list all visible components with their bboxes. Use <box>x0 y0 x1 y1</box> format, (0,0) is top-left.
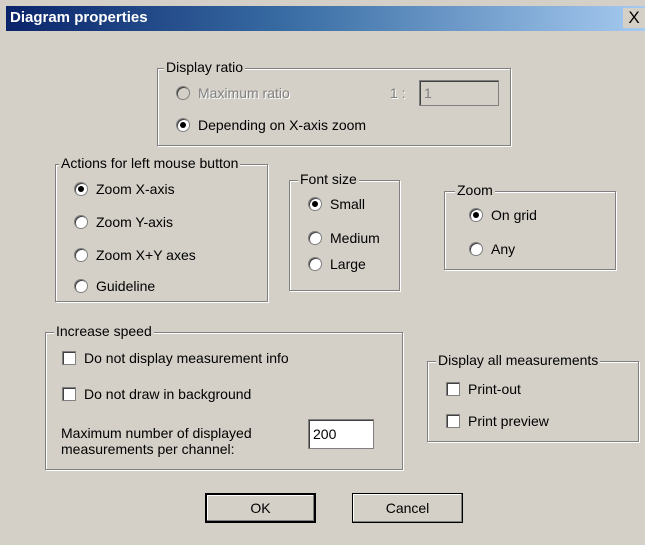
display-all-measurements-group: Display all measurements Print-out Print… <box>427 352 639 442</box>
depending-on-x-zoom-label: Depending on X-axis zoom <box>198 117 367 133</box>
radio-indicator <box>176 118 190 132</box>
zoom-any-radio[interactable]: Any <box>469 240 515 258</box>
radio-indicator <box>469 208 483 222</box>
increase-speed-legend: Increase speed <box>54 323 154 339</box>
radio-indicator <box>74 248 88 262</box>
font-size-legend: Font size <box>298 171 359 187</box>
printout-label: Print-out <box>468 381 521 397</box>
zoom-group: Zoom On grid Any <box>444 182 616 270</box>
max-measurements-label-line2: measurements per channel: <box>61 441 235 457</box>
maximum-ratio-label: Maximum ratio <box>198 85 290 101</box>
maximum-ratio-radio: Maximum ratio <box>176 84 290 102</box>
checkbox-indicator <box>62 387 76 401</box>
radio-indicator <box>74 279 88 293</box>
guideline-radio[interactable]: Guideline <box>74 277 155 295</box>
radio-indicator <box>308 257 322 271</box>
zoom-y-axis-radio[interactable]: Zoom Y-axis <box>74 213 173 231</box>
zoom-xy-axes-radio[interactable]: Zoom X+Y axes <box>74 246 196 264</box>
checkbox-indicator <box>446 414 460 428</box>
no-background-draw-checkbox[interactable]: Do not draw in background <box>62 385 251 403</box>
radio-indicator <box>469 242 483 256</box>
diagram-properties-dialog: Diagram properties X Display ratio Maxim… <box>0 0 645 545</box>
font-size-group: Font size Small Medium Large <box>289 171 400 291</box>
cancel-button[interactable]: Cancel <box>352 493 463 523</box>
max-measurements-input[interactable] <box>308 419 374 449</box>
radio-indicator <box>74 182 88 196</box>
window-title: Diagram properties <box>10 9 148 26</box>
radio-indicator <box>308 197 322 211</box>
no-background-draw-label: Do not draw in background <box>84 386 252 402</box>
font-large-label: Large <box>330 256 366 272</box>
increase-speed-group: Increase speed Do not display measuremen… <box>45 323 403 470</box>
guideline-label: Guideline <box>96 278 156 294</box>
zoom-y-axis-label: Zoom Y-axis <box>96 214 174 230</box>
max-measurements-label-line1: Maximum number of displayed <box>61 425 252 441</box>
ratio-input <box>419 80 499 106</box>
font-small-label: Small <box>330 196 366 212</box>
close-button[interactable]: X <box>623 8 645 28</box>
depending-on-x-zoom-radio[interactable]: Depending on X-axis zoom <box>176 116 366 134</box>
checkbox-indicator <box>446 382 460 396</box>
font-large-radio[interactable]: Large <box>308 255 366 273</box>
zoom-on-grid-label: On grid <box>491 207 537 223</box>
display-ratio-legend: Display ratio <box>164 59 246 75</box>
display-all-measurements-legend: Display all measurements <box>436 352 601 368</box>
print-preview-label: Print preview <box>468 413 549 429</box>
print-preview-checkbox[interactable]: Print preview <box>446 412 549 430</box>
title-bar[interactable]: Diagram properties X <box>6 6 645 31</box>
ratio-prefix: 1 : <box>390 85 406 101</box>
radio-indicator <box>74 215 88 229</box>
zoom-any-label: Any <box>491 241 516 257</box>
font-medium-radio[interactable]: Medium <box>308 229 380 247</box>
zoom-x-axis-label: Zoom X-axis <box>96 181 175 197</box>
radio-indicator <box>176 86 190 100</box>
mouse-actions-legend: Actions for left mouse button <box>59 155 241 171</box>
printout-checkbox[interactable]: Print-out <box>446 380 521 398</box>
display-ratio-group: Display ratio Maximum ratio 1 : Dependin… <box>157 59 511 146</box>
mouse-actions-group: Actions for left mouse button Zoom X-axi… <box>55 155 268 302</box>
zoom-legend: Zoom <box>455 182 495 198</box>
font-medium-label: Medium <box>330 230 380 246</box>
zoom-x-axis-radio[interactable]: Zoom X-axis <box>74 180 175 198</box>
no-measurement-info-label: Do not display measurement info <box>84 350 289 366</box>
checkbox-indicator <box>62 351 76 365</box>
close-icon: X <box>628 8 640 27</box>
radio-indicator <box>308 231 322 245</box>
zoom-on-grid-radio[interactable]: On grid <box>469 206 537 224</box>
ok-button[interactable]: OK <box>205 493 316 523</box>
no-measurement-info-checkbox[interactable]: Do not display measurement info <box>62 349 289 367</box>
font-small-radio[interactable]: Small <box>308 195 365 213</box>
zoom-xy-axes-label: Zoom X+Y axes <box>96 247 196 263</box>
